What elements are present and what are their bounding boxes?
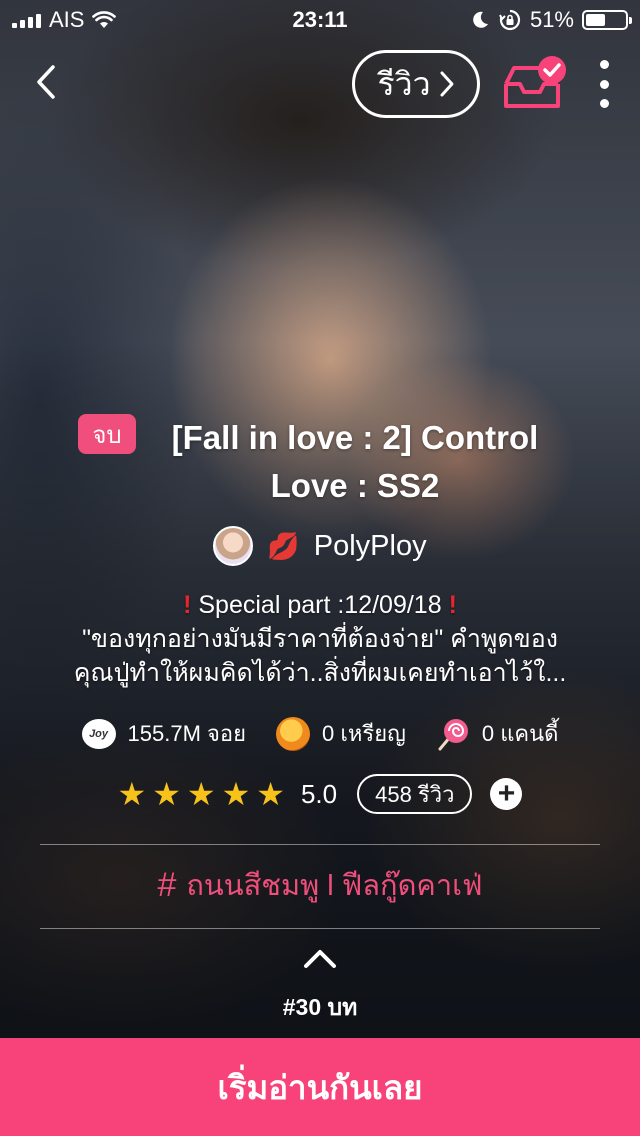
review-button-label: รีวิว xyxy=(377,65,431,102)
wifi-icon xyxy=(92,11,117,28)
back-button[interactable] xyxy=(26,60,66,104)
expand-episodes-button[interactable] xyxy=(300,944,340,974)
star-icon: ★ xyxy=(186,776,216,812)
more-dot xyxy=(599,60,609,69)
rating-row: ★ ★ ★ ★ ★ 5.0 458 รีวิว + xyxy=(0,774,640,814)
status-right: 51% xyxy=(470,7,632,33)
description-line-1: ! Special part :12/09/18 ! xyxy=(24,588,616,622)
joy-stat: Joy 155.7M จอย xyxy=(81,716,247,751)
chevron-right-icon xyxy=(440,71,454,97)
candy-icon xyxy=(438,718,468,750)
stats-row: Joy 155.7M จอย 0 เหรียญ 0 แคนดี้ xyxy=(0,716,640,751)
carrier-label: AIS xyxy=(49,7,85,32)
author-avatar[interactable] xyxy=(213,526,254,566)
candy-stat: 0 แคนดี้ xyxy=(436,716,559,751)
story-description[interactable]: ! Special part :12/09/18 ! "ของทุกอย่างม… xyxy=(24,588,616,690)
rotation-lock-icon xyxy=(499,9,521,31)
review-count-button[interactable]: 458 รีวิว xyxy=(357,774,473,814)
battery-icon xyxy=(582,10,632,30)
coin-icon xyxy=(276,716,311,751)
star-icon: ★ xyxy=(256,776,285,812)
joy-icon: Joy xyxy=(81,718,116,749)
moon-icon xyxy=(473,11,488,28)
add-to-library-button[interactable] xyxy=(500,54,572,114)
description-line-3: คุณปู่ทำให้ผมคิดได้ว่า..สิ่งที่ผมเคยทำเอ… xyxy=(73,659,567,687)
divider xyxy=(40,844,600,845)
exclamation-icon: ! xyxy=(183,591,192,619)
more-dot xyxy=(599,99,609,108)
star-icon: ★ xyxy=(221,776,251,812)
battery-percent: 51% xyxy=(529,7,574,32)
completed-badge: จบ xyxy=(78,414,136,454)
hashtag-icon: # xyxy=(157,865,177,904)
lips-icon: 💋 xyxy=(267,530,300,561)
library-added-icon xyxy=(504,56,566,108)
start-reading-label: เริ่มอ่านกันเลย xyxy=(217,1068,423,1106)
tag-label[interactable]: ถนนสีชมพู l ฟีลกู๊ดคาเฟ่ xyxy=(186,862,482,908)
more-options-button[interactable] xyxy=(592,60,616,108)
review-button[interactable]: รีวิว xyxy=(352,50,480,118)
story-title: [Fall in love : 2] Control Love : SS2 xyxy=(171,419,539,504)
exclamation-icon: ! xyxy=(448,591,457,619)
joy-count: 155.7M จอย xyxy=(127,721,247,746)
start-reading-button[interactable]: เริ่มอ่านกันเลย xyxy=(0,1038,640,1136)
author-name[interactable]: PolyPloy xyxy=(314,530,427,563)
status-left: AIS xyxy=(12,7,117,33)
signal-icon xyxy=(12,12,41,28)
battery-level xyxy=(586,14,606,26)
star-rating: ★ ★ ★ ★ ★ xyxy=(118,778,285,810)
coin-stat: 0 เหรียญ xyxy=(276,716,406,751)
star-icon: ★ xyxy=(152,776,181,812)
tag-row[interactable]: # ถนนสีชมพู l ฟีลกู๊ดคาเฟ่ xyxy=(0,862,640,908)
more-dot xyxy=(599,79,609,89)
candy-count: 0 แคนดี้ xyxy=(481,721,559,746)
chevron-up-icon xyxy=(304,950,336,968)
chevron-left-icon xyxy=(37,65,55,99)
status-bar: AIS 23:11 51% xyxy=(0,0,640,40)
add-review-button[interactable]: + xyxy=(490,777,523,810)
episode-count: #30 บท xyxy=(282,994,358,1020)
rating-value: 5.0 xyxy=(300,778,338,809)
coin-count: 0 เหรียญ xyxy=(322,721,406,746)
divider xyxy=(40,928,600,929)
star-icon: ★ xyxy=(117,776,147,812)
plus-icon: + xyxy=(497,777,516,810)
description-text-1: Special part :12/09/18 xyxy=(198,591,442,619)
description-line-2: "ของทุกอย่างมันมีราคาที่ต้องจ่าย" คำพูดข… xyxy=(82,625,558,653)
author-row[interactable]: 💋 PolyPloy xyxy=(0,526,640,566)
